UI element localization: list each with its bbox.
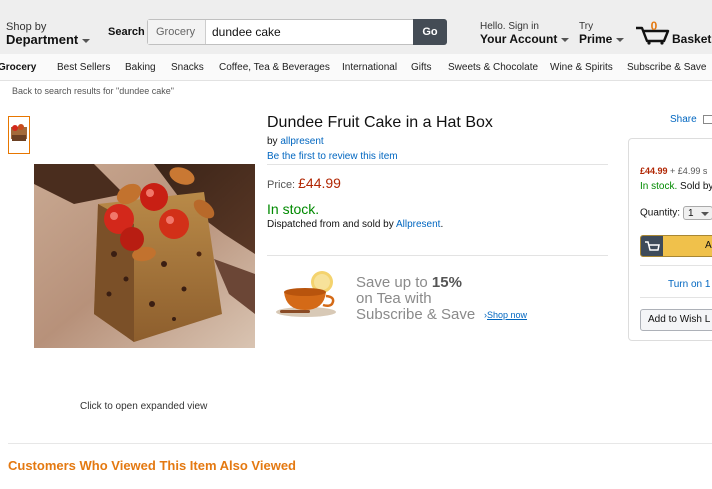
turn-on-1-click-link[interactable]: Turn on 1 bbox=[668, 279, 710, 290]
nav-item-wine-spirits[interactable]: Wine & Spirits bbox=[550, 62, 613, 73]
nav-item-subscribe-save[interactable]: Subscribe & Save bbox=[627, 62, 707, 73]
divider bbox=[267, 164, 608, 165]
add-to-wish-list-button[interactable]: Add to Wish L bbox=[640, 309, 712, 331]
search-go-button[interactable]: Go bbox=[413, 19, 447, 45]
price-row: Price: £44.99 bbox=[267, 175, 341, 191]
prime-caption: Try bbox=[579, 21, 594, 32]
divider bbox=[640, 265, 712, 266]
nav-item-best-sellers[interactable]: Best Sellers bbox=[57, 62, 110, 73]
stock-status: In stock. bbox=[267, 201, 320, 217]
prime-menu-label: Prime bbox=[579, 32, 613, 46]
chevron-down-icon bbox=[701, 212, 710, 216]
price-label: Price: bbox=[267, 179, 296, 191]
product-thumbnail[interactable] bbox=[8, 116, 30, 154]
byline-prefix: by bbox=[267, 136, 278, 147]
buybox-price-row: £44.99 + £4.99 s bbox=[640, 166, 707, 176]
search-label: Search bbox=[108, 26, 145, 38]
divider bbox=[640, 297, 712, 298]
nav-item-baking[interactable]: Baking bbox=[125, 62, 156, 73]
nav-item-snacks[interactable]: Snacks bbox=[171, 62, 204, 73]
product-title: Dundee Fruit Cake in a Hat Box bbox=[267, 114, 493, 131]
search-category-select[interactable]: Grocery bbox=[148, 20, 206, 59]
write-review-link[interactable]: Be the first to review this item bbox=[267, 151, 398, 162]
dispatch-prefix: Dispatched from and sold by bbox=[267, 219, 394, 230]
divider bbox=[267, 255, 608, 256]
search-category-value: Grocery bbox=[156, 26, 196, 38]
promo-line-2: on Tea with bbox=[356, 290, 432, 307]
promo-headline: Save up to 15% bbox=[356, 274, 462, 291]
basket-count: 0 bbox=[651, 19, 658, 33]
buybox-stock-row: In stock. Sold by bbox=[640, 181, 712, 192]
basket-icon[interactable]: 0 bbox=[634, 19, 674, 45]
nav-item-sweets-chocolate[interactable]: Sweets & Chocolate bbox=[448, 62, 538, 73]
promo-line-3: Subscribe & Save bbox=[356, 306, 476, 323]
seller-link[interactable]: Allpresent bbox=[396, 219, 440, 230]
cake-thumbnail-image bbox=[9, 117, 29, 153]
expand-view-link[interactable]: Click to open expanded view bbox=[80, 401, 207, 412]
add-to-basket-button[interactable]: Ad bbox=[640, 235, 712, 257]
mail-icon[interactable] bbox=[703, 115, 712, 124]
product-byline: by allpresent bbox=[267, 136, 324, 147]
nav-item-coffee-tea-beverages[interactable]: Coffee, Tea & Beverages bbox=[219, 62, 330, 73]
divider bbox=[8, 443, 712, 444]
account-menu-label: Your Account bbox=[480, 32, 558, 46]
account-caption: Hello. Sign in bbox=[480, 21, 539, 32]
search-input[interactable] bbox=[212, 22, 412, 42]
chevron-down-icon bbox=[561, 37, 570, 42]
nav-item-international[interactable]: International bbox=[342, 62, 397, 73]
department-menu-button[interactable]: Department bbox=[6, 32, 91, 47]
promo-percent: 15% bbox=[431, 274, 462, 291]
brand-link[interactable]: allpresent bbox=[280, 136, 323, 147]
basket-label[interactable]: Basket bbox=[672, 32, 711, 46]
prime-menu-button[interactable]: Prime bbox=[579, 32, 625, 46]
account-menu-button[interactable]: Your Account bbox=[480, 32, 570, 46]
product-price: £44.99 bbox=[298, 175, 341, 191]
buybox-stock: In stock. bbox=[640, 181, 678, 192]
quantity-label: Quantity: bbox=[640, 207, 681, 219]
chevron-down-icon bbox=[616, 37, 625, 42]
dispatch-info: Dispatched from and sold by Allpresent. bbox=[267, 219, 443, 230]
buybox-shipping: + £4.99 s bbox=[670, 166, 708, 176]
cake-photo bbox=[34, 164, 255, 348]
buybox-price: £44.99 bbox=[640, 166, 668, 176]
chevron-down-icon bbox=[82, 38, 91, 43]
shop-now-label: Shop now bbox=[487, 310, 528, 320]
promo-prefix: Save up to bbox=[356, 274, 428, 291]
quantity-row: Quantity: 1 bbox=[640, 206, 712, 220]
add-to-basket-label: Ad bbox=[705, 240, 712, 251]
dispatch-suffix: . bbox=[440, 219, 444, 230]
tea-cup-icon bbox=[276, 271, 336, 317]
department-menu-label: Department bbox=[6, 32, 79, 47]
shop-now-link[interactable]: ›Shop now bbox=[484, 310, 527, 320]
quantity-select[interactable]: 1 bbox=[683, 206, 712, 220]
nav-item-grocery[interactable]: Grocery bbox=[0, 62, 36, 73]
product-main-image[interactable] bbox=[34, 164, 255, 348]
nav-item-gifts[interactable]: Gifts bbox=[411, 62, 432, 73]
back-to-results-link[interactable]: Back to search results for "dundee cake" bbox=[12, 86, 174, 96]
also-viewed-heading: Customers Who Viewed This Item Also View… bbox=[8, 458, 296, 473]
quantity-value: 1 bbox=[688, 208, 694, 219]
share-link[interactable]: Share bbox=[670, 114, 697, 125]
buybox-sold-by: Sold by bbox=[680, 181, 712, 192]
cart-icon bbox=[641, 236, 663, 256]
search-bar: Grocery bbox=[147, 19, 447, 59]
